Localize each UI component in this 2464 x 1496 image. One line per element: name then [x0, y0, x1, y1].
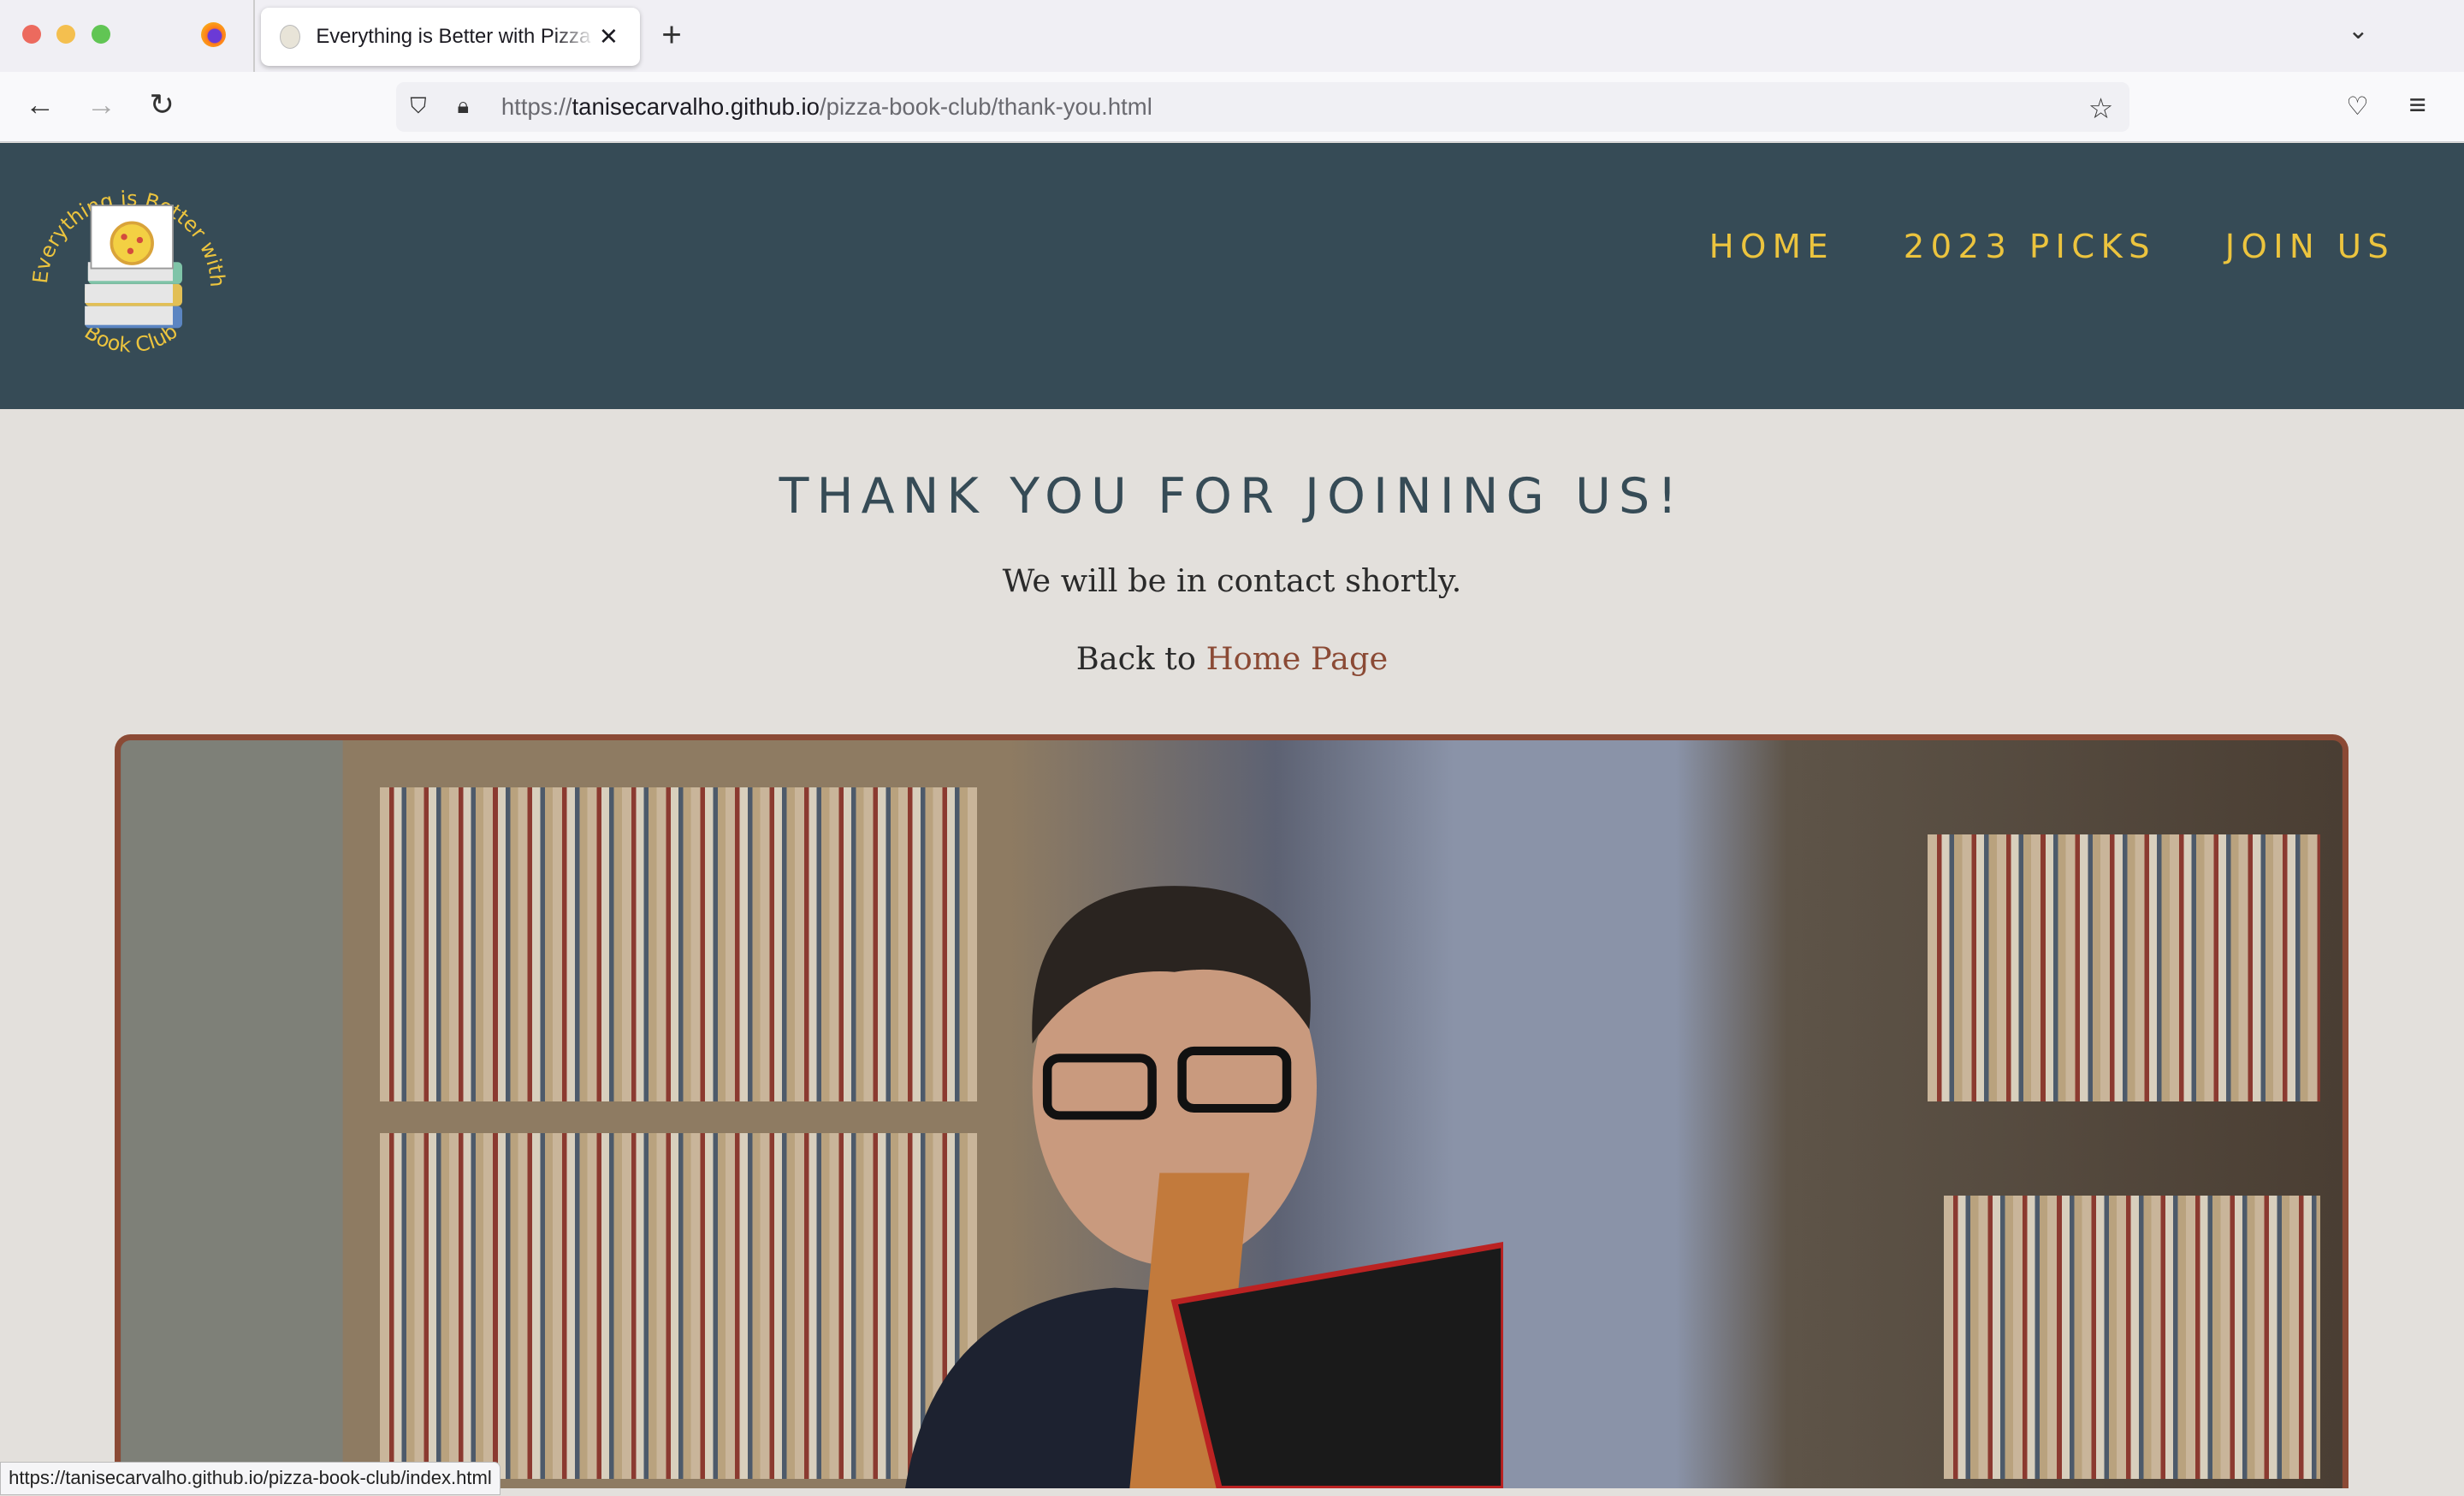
bookmark-star-icon[interactable]: ☆: [2088, 92, 2114, 126]
url-host: tanisecarvalho.github.io: [572, 92, 820, 120]
url-scheme: https://: [500, 92, 572, 120]
main-content: THANK YOU FOR JOINING US! We will be in …: [0, 409, 2464, 677]
toolbar: ← → ↻ ⛉ 🔒︎ https://tanisecarvalho.github…: [0, 72, 2464, 143]
forward-button[interactable]: →: [86, 88, 116, 122]
hero-photo: [115, 733, 2349, 1488]
reload-button[interactable]: ↻: [149, 88, 174, 122]
shield-icon: ⛉: [410, 93, 427, 118]
divider: [252, 0, 255, 73]
bookshelf: [1928, 834, 2321, 1102]
back-prefix: Back to: [1075, 640, 1206, 678]
close-window-button[interactable]: [21, 25, 41, 45]
home-page-link[interactable]: Home Page: [1206, 640, 1389, 677]
nav-2023-picks[interactable]: 2023 PICKS: [1904, 228, 2156, 266]
list-tabs-chevron-icon[interactable]: ⌄: [2348, 15, 2369, 45]
firefox-icon: [201, 21, 227, 48]
close-tab-icon[interactable]: ✕: [599, 23, 619, 50]
person-reading: [904, 885, 1504, 1488]
logo[interactable]: Everything is Better with Pizza Book Clu…: [19, 158, 239, 378]
new-tab-button[interactable]: +: [661, 15, 682, 55]
site-header: Everything is Better with Pizza Book Clu…: [0, 143, 2464, 409]
menu-icon[interactable]: ≡: [2409, 88, 2426, 122]
tab-title: Everything is Better with Pizza Book Clu…: [316, 25, 595, 49]
lock-icon: 🔒︎: [457, 93, 470, 118]
bookshelf: [1943, 1196, 2321, 1479]
url-path: /pizza-book-club/thank-you.html: [819, 92, 1152, 120]
back-line: Back to Home Page: [0, 640, 2464, 677]
pocket-icon[interactable]: ♡: [2346, 92, 2368, 122]
maximize-window-button[interactable]: [91, 25, 110, 45]
status-bar-url: https://tanisecarvalho.github.io/pizza-b…: [0, 1461, 500, 1495]
confirmation-message: We will be in contact shortly.: [1002, 562, 1462, 600]
page-title: THANK YOU FOR JOINING US!: [779, 468, 1685, 525]
nav-home[interactable]: HOME: [1709, 228, 1834, 266]
tab-active[interactable]: Everything is Better with Pizza Book Clu…: [260, 8, 640, 67]
address-bar[interactable]: ⛉ 🔒︎ https://tanisecarvalho.github.io/pi…: [395, 81, 2129, 133]
tab-bar: Everything is Better with Pizza Book Clu…: [0, 0, 2464, 73]
favicon-icon: [279, 25, 300, 49]
main-nav: HOME 2023 PICKS JOIN US: [1709, 228, 2396, 266]
minimize-window-button[interactable]: [56, 25, 76, 45]
back-button[interactable]: ←: [25, 88, 55, 122]
nav-join-us[interactable]: JOIN US: [2225, 228, 2395, 266]
